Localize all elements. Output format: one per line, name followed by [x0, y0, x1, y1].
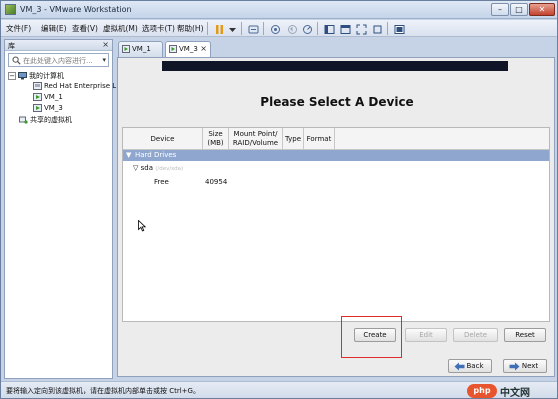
toolbar-separator: [387, 22, 388, 35]
column-format: Format: [304, 128, 335, 150]
library-close-icon[interactable]: ×: [102, 40, 109, 49]
toolbar-separator: [207, 22, 208, 35]
column-size: Size (MB): [203, 128, 229, 150]
menu-help[interactable]: 帮助(H): [177, 23, 204, 34]
running-vm-icon: [33, 93, 42, 101]
back-label: Back: [466, 362, 484, 370]
tab-vm-3[interactable]: VM_3 ×: [165, 41, 211, 57]
highlight-annotation-box: [341, 316, 402, 358]
watermark-site: 中文网: [500, 388, 530, 399]
vmware-app-icon: [5, 4, 16, 15]
library-title: 库: [8, 42, 15, 50]
library-panel: 库 × 在此处键入内容进行... ▾ − 我的计算机 Red Hat Enterp…: [4, 39, 116, 379]
mouse-pointer-icon: [138, 220, 146, 232]
maximize-button[interactable]: □: [510, 3, 528, 16]
menu-file[interactable]: 文件(F): [6, 23, 31, 34]
menu-view[interactable]: 查看(V): [72, 23, 98, 34]
expand-triangle-icon[interactable]: ▽: [133, 164, 138, 172]
snapshot-icon[interactable]: [268, 22, 281, 35]
pause-icon[interactable]: [212, 22, 225, 35]
tree-item-vm-3[interactable]: VM_3: [33, 104, 63, 114]
installer-banner: [162, 61, 508, 71]
search-placeholder: 在此处键入内容进行...: [23, 57, 93, 65]
disk-row[interactable]: ▽ sda (/dev/sda): [133, 164, 183, 172]
full-screen-icon[interactable]: [354, 22, 367, 35]
library-search-input[interactable]: 在此处键入内容进行... ▾: [8, 53, 109, 67]
collapse-icon[interactable]: −: [8, 72, 16, 80]
menu-bar: 文件(F) 编辑(E) 查看(V) 虚拟机(M) 选项卡(T) 帮助(H): [1, 20, 557, 37]
next-label: Next: [521, 362, 539, 370]
edit-button[interactable]: Edit: [405, 328, 447, 342]
library-header: 库 ×: [5, 40, 112, 51]
device-table: Device Size (MB) Mount Point/ RAID/Volum…: [122, 127, 550, 322]
search-icon: [12, 56, 21, 65]
menu-vm[interactable]: 虚拟机(M): [103, 23, 138, 34]
vm-console[interactable]: Please Select A Device Device Size (MB) …: [117, 57, 555, 377]
close-tab-icon[interactable]: ×: [200, 42, 207, 56]
toolbar-separator: [241, 22, 242, 35]
collapse-triangle-icon[interactable]: ▼: [126, 151, 131, 159]
running-vm-icon: [33, 104, 42, 112]
vm-tab-strip: VM_1 VM_3 ×: [117, 39, 555, 57]
delete-button[interactable]: Delete: [453, 328, 498, 342]
chevron-down-icon[interactable]: ▾: [102, 56, 106, 64]
column-mount-point: Mount Point/ RAID/Volume: [229, 128, 283, 150]
snapshot-manager-icon[interactable]: [300, 22, 313, 35]
partition-size[interactable]: 40954: [205, 178, 227, 186]
reset-button[interactable]: Reset: [504, 328, 546, 342]
back-arrow-icon: [454, 362, 465, 371]
disk-path: (/dev/sda): [155, 166, 184, 172]
page-title: Please Select A Device: [260, 95, 414, 109]
minimize-button[interactable]: –: [491, 3, 509, 16]
menu-edit[interactable]: 编辑(E): [41, 23, 67, 34]
table-header: Device Size (MB) Mount Point/ RAID/Volum…: [123, 128, 549, 150]
vmware-window: VM_3 - VMware Workstation – □ ✕ 文件(F) 编辑…: [0, 0, 558, 399]
group-row-hard-drives[interactable]: ▼ Hard Drives: [123, 150, 549, 161]
close-window-button[interactable]: ✕: [529, 3, 555, 16]
status-bar: 要将输入定向到该虚拟机，请在虚拟机内部单击或按 Ctrl+G。 php 中文网: [1, 381, 557, 399]
console-view-icon[interactable]: [392, 22, 405, 35]
window-title: VM_3 - VMware Workstation: [20, 5, 132, 14]
column-device: Device: [123, 128, 203, 150]
next-button[interactable]: Next: [503, 359, 547, 373]
unity-icon[interactable]: [370, 22, 383, 35]
next-arrow-icon: [509, 362, 520, 371]
revert-snapshot-icon[interactable]: [285, 22, 298, 35]
tab-label: VM_3: [179, 45, 198, 53]
disk-name: sda: [140, 164, 154, 172]
tree-item-my-computer[interactable]: − 我的计算机: [8, 71, 64, 81]
tree-item-vm-1[interactable]: VM_1: [33, 93, 63, 103]
back-button[interactable]: Back: [448, 359, 492, 373]
column-type: Type: [283, 128, 304, 150]
running-vm-icon: [169, 45, 177, 53]
partition-device[interactable]: Free: [154, 178, 169, 186]
show-library-icon[interactable]: [322, 22, 335, 35]
shared-vms-icon: [19, 116, 28, 124]
title-bar: VM_3 - VMware Workstation – □ ✕: [1, 1, 557, 19]
quick-switch-icon[interactable]: [338, 22, 351, 35]
group-label: Hard Drives: [135, 151, 177, 159]
send-ctrl-alt-del-icon[interactable]: [246, 22, 259, 35]
power-dropdown-icon[interactable]: [225, 22, 238, 35]
watermark-brand: php: [467, 384, 497, 398]
tree-item-vm-redhat[interactable]: Red Hat Enterprise L: [33, 82, 116, 92]
tab-vm-1[interactable]: VM_1: [118, 41, 163, 57]
vm-icon: [33, 82, 42, 90]
menu-tabs[interactable]: 选项卡(T): [142, 23, 175, 34]
toolbar-separator: [317, 22, 318, 35]
running-vm-icon: [122, 45, 130, 53]
toolbar-separator: [263, 22, 264, 35]
computer-icon: [18, 72, 27, 80]
status-message: 要将输入定向到该虚拟机，请在虚拟机内部单击或按 Ctrl+G。: [6, 387, 200, 395]
tree-item-shared-vms[interactable]: 共享的虚拟机: [19, 115, 72, 125]
tab-label: VM_1: [132, 45, 151, 53]
